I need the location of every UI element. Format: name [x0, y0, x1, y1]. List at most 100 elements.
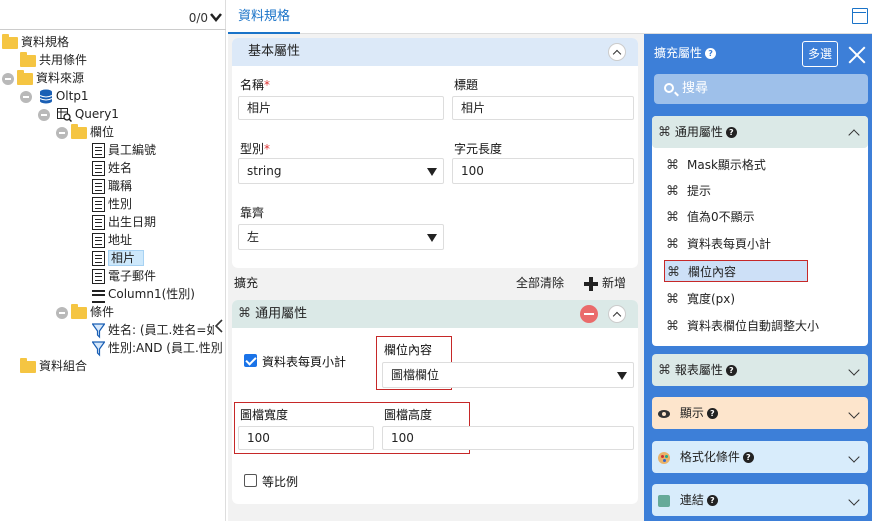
command-icon: ⌘: [666, 157, 679, 173]
help-icon[interactable]: ?: [705, 48, 717, 59]
chevron-down-icon: [848, 407, 860, 419]
name-label: 名稱*: [240, 78, 271, 92]
command-icon: ⌘: [667, 264, 680, 280]
command-icon: ⌘: [666, 318, 679, 334]
collapse-toggle-icon[interactable]: [56, 126, 68, 139]
field-icon: [92, 215, 105, 230]
clear-all-button[interactable]: 全部清除: [516, 272, 564, 294]
align-label: 靠齊: [240, 206, 265, 220]
length-input[interactable]: 100: [452, 158, 634, 184]
folder-icon: [2, 33, 18, 49]
tree-node-columns[interactable]: 欄位: [56, 123, 114, 141]
link-section[interactable]: 連結?: [652, 484, 868, 516]
folder-icon: [20, 51, 36, 67]
property-item-auto-resize[interactable]: ⌘ 資料表欄位自動調整大小: [666, 315, 819, 337]
keep-ratio-label: 等比例: [262, 475, 299, 489]
format-conditions-section[interactable]: 格式化條件?: [652, 441, 868, 473]
chevron-down-icon[interactable]: [210, 10, 222, 24]
collapse-up-icon[interactable]: [608, 43, 626, 61]
link-icon: [658, 494, 670, 507]
extension-label: 擴充: [234, 276, 259, 290]
filter-icon: [92, 322, 105, 338]
tree-node-data-combination[interactable]: 資料組合: [20, 357, 87, 375]
report-properties-section-header[interactable]: ⌘ 報表屬性?: [652, 354, 868, 386]
multi-select-button[interactable]: 多選: [802, 41, 838, 67]
title-input[interactable]: 相片: [452, 96, 634, 120]
command-icon: ⌘: [666, 183, 679, 199]
tree-search-bar[interactable]: 0/0: [0, 6, 226, 30]
folder-icon: [17, 69, 33, 85]
folder-icon: [20, 357, 36, 373]
maximize-icon[interactable]: [852, 8, 868, 24]
property-item-page-subtotal[interactable]: ⌘ 資料表每頁小計: [666, 233, 771, 255]
image-width-input[interactable]: 100: [238, 426, 374, 450]
tree-node-column[interactable]: 職稱: [92, 177, 132, 195]
field-icon: [92, 251, 105, 266]
chevron-down-icon: [848, 451, 860, 463]
property-item-hint[interactable]: ⌘ 提示: [666, 180, 711, 202]
folder-icon: [71, 123, 87, 139]
collapse-panel-icon[interactable]: [214, 318, 224, 334]
tree-node-oltp1[interactable]: Oltp1: [20, 87, 89, 105]
remove-icon[interactable]: [580, 305, 598, 323]
collapse-toggle-icon[interactable]: [38, 108, 50, 121]
display-section[interactable]: 顯示?: [652, 397, 868, 429]
property-search-input[interactable]: 搜尋: [654, 74, 868, 104]
tree-node-query1[interactable]: Query1: [38, 105, 119, 123]
collapse-toggle-icon[interactable]: [20, 90, 32, 103]
subtotal-checkbox[interactable]: [244, 354, 257, 367]
keep-ratio-checkbox[interactable]: [244, 474, 257, 487]
tree-node-column-selected[interactable]: 相片: [92, 249, 145, 267]
property-item-column-content[interactable]: ⌘ 欄位內容: [664, 260, 808, 282]
tree-node-column[interactable]: 地址: [92, 231, 132, 249]
tree-node-shared-conditions[interactable]: 共用條件: [20, 51, 87, 69]
collapse-up-icon[interactable]: [608, 305, 626, 323]
collapse-toggle-icon[interactable]: [56, 306, 68, 319]
tab-spec[interactable]: 資料規格: [228, 0, 300, 34]
collapse-toggle-icon[interactable]: [2, 72, 14, 85]
tree-node-column[interactable]: 電子郵件: [92, 267, 156, 285]
align-select[interactable]: 左: [238, 224, 444, 250]
command-icon: ⌘: [238, 306, 251, 321]
tree-node-column[interactable]: 出生日期: [92, 213, 156, 231]
format-conditions-section-header[interactable]: 格式化條件?: [652, 441, 868, 473]
tree-node-spec[interactable]: 資料規格: [2, 33, 69, 51]
tree-node-condition[interactable]: 性別:AND (員工.性別: [92, 339, 224, 357]
command-icon: ⌘: [666, 236, 679, 252]
chevron-up-icon: [848, 129, 860, 141]
link-section-header[interactable]: 連結?: [652, 484, 868, 516]
name-input[interactable]: 相片: [238, 96, 444, 120]
property-item-mask-format[interactable]: ⌘ Mask顯示格式: [666, 154, 766, 176]
command-icon: ⌘: [658, 362, 671, 378]
property-item-width[interactable]: ⌘ 寬度(px): [666, 288, 735, 310]
help-icon[interactable]: ?: [706, 408, 718, 419]
help-icon[interactable]: ?: [725, 365, 737, 376]
close-icon[interactable]: [848, 46, 866, 64]
help-icon[interactable]: ?: [725, 127, 737, 138]
tree-node-computed-column[interactable]: Column1(性別): [92, 285, 195, 303]
help-icon[interactable]: ?: [706, 495, 718, 506]
tree-node-condition[interactable]: 姓名: (員工.姓名=如: [92, 321, 214, 339]
property-item-hide-zero[interactable]: ⌘ 值為0不顯示: [666, 206, 755, 228]
command-icon: ⌘: [666, 291, 679, 307]
type-select[interactable]: string: [238, 158, 444, 184]
display-section-header[interactable]: 顯示?: [652, 397, 868, 429]
tree-node-conditions[interactable]: 條件: [56, 303, 114, 321]
tree-node-column[interactable]: 姓名: [92, 159, 132, 177]
report-properties-section[interactable]: ⌘ 報表屬性?: [652, 354, 868, 386]
field-icon: [92, 197, 105, 212]
tree-node-column[interactable]: 員工編號: [92, 141, 156, 159]
image-height-input[interactable]: 100: [382, 426, 634, 450]
plus-icon: [584, 276, 598, 291]
tree-node-datasource[interactable]: 資料來源: [2, 69, 84, 87]
tree-node-column[interactable]: 性別: [92, 195, 132, 213]
filter-icon: [92, 340, 105, 356]
common-properties-section-header[interactable]: ⌘ 通用屬性?: [652, 116, 868, 148]
tree-match-count: 0/0: [188, 11, 208, 25]
type-label: 型別*: [240, 142, 271, 156]
field-icon: [92, 143, 105, 158]
column-content-select[interactable]: 圖檔欄位: [382, 362, 634, 388]
add-button[interactable]: 新增: [584, 272, 626, 294]
image-height-label: 圖檔高度: [384, 408, 433, 422]
help-icon[interactable]: ?: [742, 452, 754, 463]
